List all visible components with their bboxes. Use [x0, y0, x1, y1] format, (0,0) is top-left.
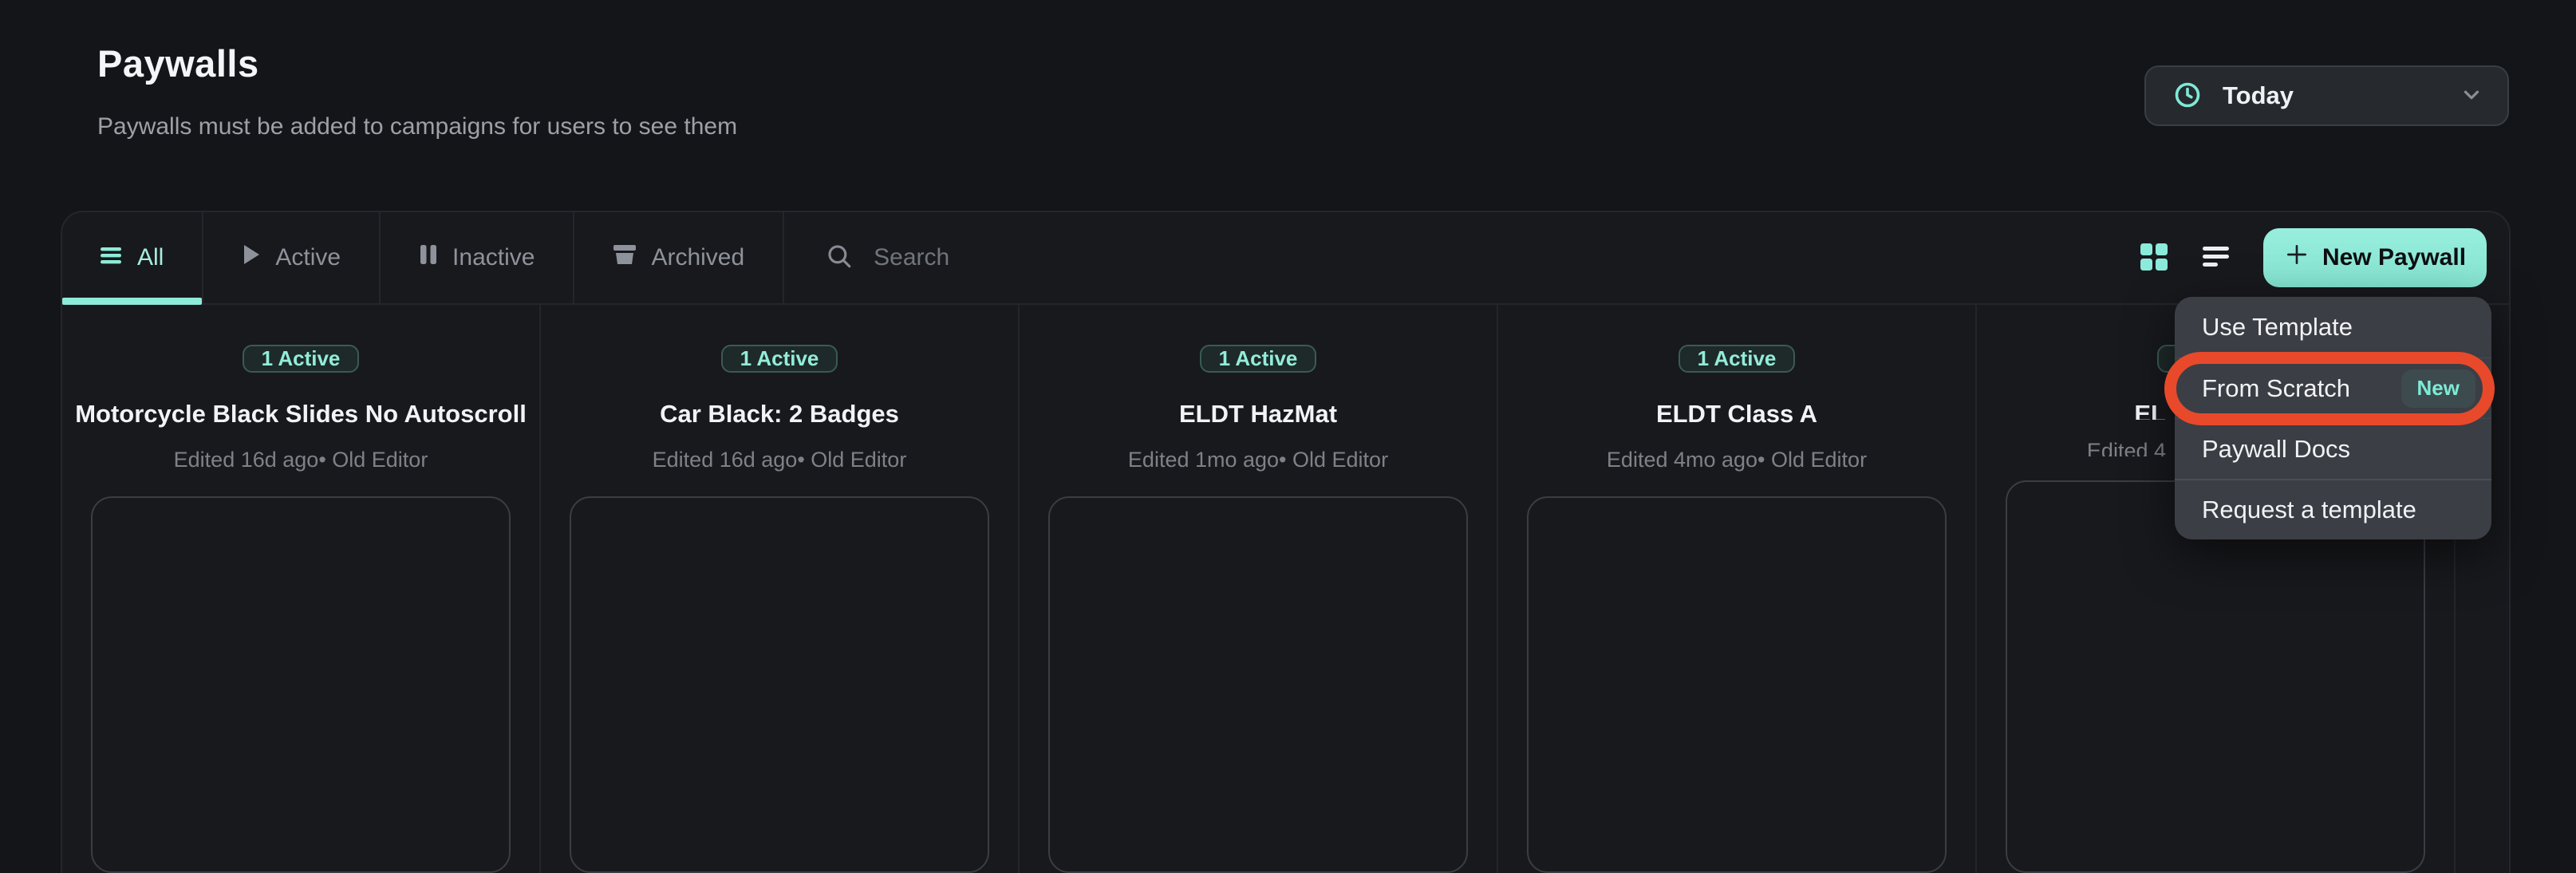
toolbar-actions: New Paywall [2139, 212, 2509, 303]
tab-archived[interactable]: Archived [574, 212, 784, 303]
menu-item-paywall-docs[interactable]: Paywall Docs [2175, 418, 2491, 479]
list-view-icon [2201, 243, 2231, 273]
menu-item-label: Paywall Docs [2202, 435, 2350, 464]
paywall-title: EL [1977, 400, 2166, 420]
paywall-title: Motorcycle Black Slides No Autoscroll [75, 400, 527, 429]
archive-icon [613, 243, 637, 272]
paywall-preview [91, 496, 511, 873]
paywall-grid: 1 Active Motorcycle Black Slides No Auto… [62, 305, 2509, 873]
pause-icon [419, 243, 438, 272]
clock-icon [2173, 81, 2202, 112]
date-filter-label: Today [2223, 81, 2294, 110]
new-badge: New [2401, 369, 2475, 408]
paywall-title: ELDT HazMat [1179, 400, 1337, 429]
tab-label: All [137, 244, 164, 271]
paywall-edited: Edited 16d ago• Old Editor [653, 448, 907, 472]
paywall-card[interactable]: 1 Active Motorcycle Black Slides No Auto… [62, 305, 541, 873]
chevron-down-icon [2460, 83, 2483, 109]
tab-all[interactable]: All [62, 212, 203, 303]
menu-item-request-template[interactable]: Request a template [2175, 479, 2491, 539]
search-input[interactable] [874, 244, 1209, 271]
paywall-preview [1527, 496, 1947, 873]
tab-inactive[interactable]: Inactive [381, 212, 574, 303]
paywalls-screen: Paywalls Paywalls must be added to campa… [0, 0, 2576, 873]
tab-label: Inactive [452, 244, 535, 271]
new-paywall-button[interactable]: New Paywall [2263, 228, 2487, 287]
status-badge: 1 Active [721, 345, 838, 373]
grid-view-button[interactable] [2139, 242, 2169, 275]
paywall-title: ELDT Class A [1656, 400, 1817, 429]
paywall-edited: Edited 4mo ago• Old Editor [1607, 448, 1867, 472]
tab-label: Active [275, 244, 341, 271]
page-subtitle: Paywalls must be added to campaigns for … [97, 113, 737, 140]
grid-view-icon [2139, 242, 2169, 275]
status-badge: 1 Active [1679, 345, 1796, 373]
list-lines-icon [101, 244, 123, 271]
new-paywall-menu: Use Template From Scratch New Paywall Do… [2175, 297, 2491, 539]
status-badge: 1 Active [1200, 345, 1317, 373]
list-view-button[interactable] [2201, 243, 2231, 273]
search-box [784, 212, 2139, 303]
paywall-card[interactable]: 1 Active ELDT HazMat Edited 1mo ago• Old… [1020, 305, 1498, 873]
plus-icon [2284, 242, 2310, 274]
paywall-preview [570, 496, 989, 873]
status-badge: 1 Active [243, 345, 360, 373]
paywall-preview [1048, 496, 1468, 873]
paywall-edited: Edited 4 [1977, 439, 2166, 456]
menu-item-from-scratch[interactable]: From Scratch New [2175, 357, 2491, 418]
menu-item-label: Request a template [2202, 496, 2416, 524]
tab-bar: All Active Inactive [62, 212, 2509, 305]
menu-item-label: From Scratch [2202, 374, 2350, 403]
paywall-card[interactable]: 1 Active ELDT Class A Edited 4mo ago• Ol… [1498, 305, 1977, 873]
paywall-card[interactable]: 1 Active Car Black: 2 Badges Edited 16d … [541, 305, 1020, 873]
paywalls-panel: All Active Inactive [61, 211, 2511, 873]
menu-item-use-template[interactable]: Use Template [2175, 297, 2491, 357]
play-icon [242, 243, 261, 272]
new-paywall-label: New Paywall [2322, 244, 2466, 271]
search-icon [826, 243, 853, 274]
paywall-edited: Edited 1mo ago• Old Editor [1128, 448, 1388, 472]
menu-item-label: Use Template [2202, 313, 2353, 342]
tab-active[interactable]: Active [203, 212, 381, 303]
date-filter-button[interactable]: Today [2144, 65, 2509, 126]
paywall-title: Car Black: 2 Badges [660, 400, 899, 429]
page-title: Paywalls [97, 41, 259, 85]
tab-label: Archived [651, 244, 744, 271]
paywall-edited: Edited 16d ago• Old Editor [174, 448, 428, 472]
